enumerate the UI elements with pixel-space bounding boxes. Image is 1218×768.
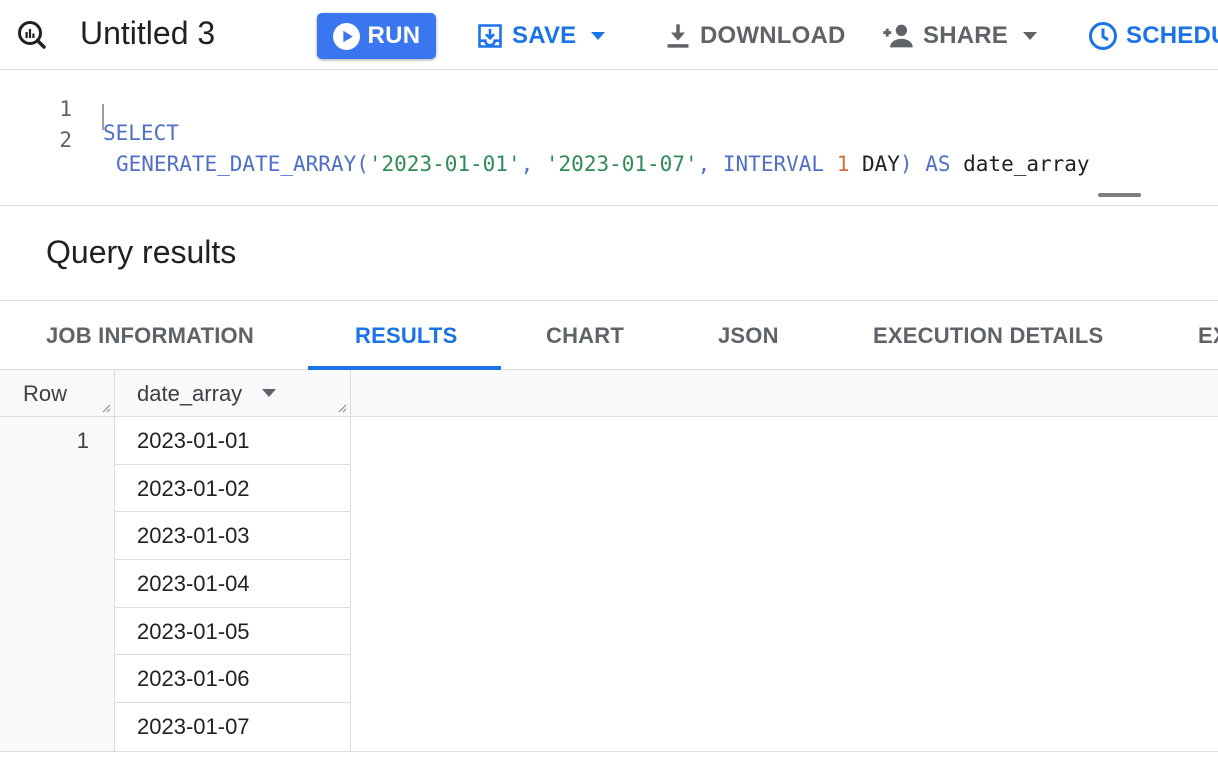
table-cell[interactable]: 2023-01-01	[115, 417, 351, 465]
tab-job-information[interactable]: JOB INFORMATION	[46, 323, 254, 349]
save-icon	[478, 24, 502, 48]
tab-json[interactable]: JSON	[718, 323, 779, 349]
code-token: '2023-01-07'	[545, 152, 698, 176]
sql-editor[interactable]: 1 SELECT 2 GENERATE_DATE_ARRAY('2023-01-…	[0, 70, 1218, 206]
toolbar: Untitled 3 RUN SAVE DOWNLOAD SHARE SCHED	[0, 0, 1218, 70]
code-token: ,	[520, 152, 546, 176]
run-button-label: RUN	[367, 22, 421, 49]
run-button[interactable]: RUN	[317, 13, 436, 59]
person-add-icon	[883, 24, 913, 48]
table-cell[interactable]: 2023-01-05	[115, 607, 351, 656]
line-number: 2	[59, 128, 72, 152]
schedule-button[interactable]: SCHEDU	[1088, 14, 1218, 58]
table-cell[interactable]: 2023-01-03	[115, 512, 351, 561]
schedule-button-label: SCHEDU	[1126, 22, 1218, 49]
column-header-label: date_array	[137, 381, 243, 406]
code-text[interactable]: GENERATE_DATE_ARRAY('2023-01-01', '2023-…	[116, 152, 1090, 176]
code-line-1[interactable]: 1 SELECT	[0, 73, 1218, 145]
share-button[interactable]: SHARE	[881, 14, 1038, 58]
download-icon	[667, 24, 689, 48]
text-cursor	[102, 104, 104, 130]
play-icon	[332, 22, 360, 50]
share-button-label: SHARE	[923, 22, 1009, 49]
code-token: GENERATE_DATE_ARRAY(	[116, 152, 369, 176]
save-button-label: SAVE	[512, 22, 577, 49]
chevron-down-icon[interactable]	[1022, 31, 1038, 41]
date-array-values: 2023-01-01 2023-01-02 2023-01-03 2023-01-04…	[115, 417, 351, 751]
code-line-2[interactable]: 2 GENERATE_DATE_ARRAY('2023-01-01', '202…	[0, 104, 1218, 176]
query-title[interactable]: Untitled 3	[80, 15, 215, 52]
table-cell[interactable]: 2023-01-02	[115, 464, 351, 513]
chevron-down-icon[interactable]	[590, 31, 606, 41]
download-button[interactable]: DOWNLOAD	[664, 14, 846, 58]
save-button[interactable]: SAVE	[476, 14, 606, 58]
tab-results[interactable]: RESULTS	[355, 323, 457, 349]
editor-resize-handle[interactable]	[1098, 193, 1141, 197]
tab-chart[interactable]: CHART	[546, 323, 624, 349]
column-resize-grip-icon[interactable]	[102, 404, 111, 413]
column-header-label: Row	[23, 381, 68, 406]
download-button-label: DOWNLOAD	[700, 22, 846, 49]
code-token: ) AS	[899, 152, 964, 176]
clock-icon	[1089, 22, 1117, 50]
bigquery-logo-icon	[18, 21, 46, 49]
code-token: '2023-01-01'	[368, 152, 521, 176]
table-bottom-border	[0, 751, 1218, 752]
column-resize-grip-icon[interactable]	[338, 404, 347, 413]
row-number: 1	[76, 428, 89, 453]
results-tabs: JOB INFORMATION RESULTS CHART JSON EXECU…	[0, 300, 1218, 370]
column-header-row[interactable]: Row	[0, 370, 115, 417]
code-token: DAY	[849, 152, 900, 176]
results-table: Row date_array 1 2023-01-01 2023-01-02 202…	[0, 370, 1218, 752]
tab-execution-graph[interactable]: EX	[1198, 323, 1218, 349]
table-cell[interactable]: 2023-01-07	[115, 703, 351, 751]
sort-dropdown-icon[interactable]	[262, 389, 276, 397]
tab-execution-details[interactable]: EXECUTION DETAILS	[873, 323, 1103, 349]
results-title: Query results	[46, 234, 237, 270]
table-cell[interactable]: 2023-01-04	[115, 560, 351, 608]
table-cell[interactable]: 2023-01-06	[115, 655, 351, 704]
code-token: date_array	[963, 152, 1090, 176]
code-token: 1	[836, 152, 850, 176]
column-header-filler	[351, 370, 1218, 417]
column-header-date-array[interactable]: date_array	[115, 370, 351, 417]
code-token: , INTERVAL	[697, 152, 837, 176]
